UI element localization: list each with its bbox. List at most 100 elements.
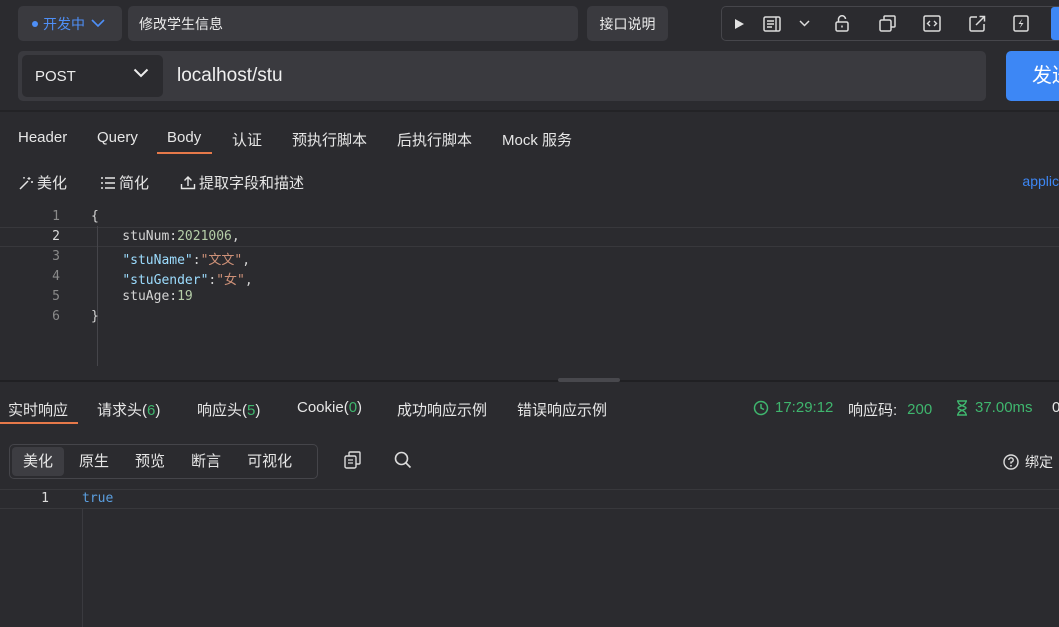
code-icon[interactable] (909, 7, 955, 40)
response-value: true (82, 491, 114, 506)
line-number: 5 (52, 289, 60, 304)
tab-cookie-label: Cookie (297, 399, 344, 416)
status-label: 开发中 (43, 15, 85, 32)
panel-splitter (0, 380, 1059, 382)
tab-header[interactable]: Header (18, 129, 67, 146)
line-number: 4 (52, 269, 60, 284)
line-number: 1 (41, 491, 49, 506)
beautify-label: 美化 (37, 175, 68, 192)
line-number: 6 (52, 309, 60, 324)
divider (0, 110, 1059, 112)
play-icon[interactable] (722, 7, 755, 40)
status-code-value: 200 (907, 401, 933, 418)
beautify-button[interactable]: 美化 (18, 172, 67, 193)
help-icon (1003, 454, 1019, 470)
send-button[interactable]: 发送 (1006, 51, 1059, 101)
hourglass-icon (957, 399, 967, 416)
magic-wand-icon (19, 176, 33, 190)
view-preview[interactable]: 预览 (124, 447, 176, 476)
response-time: 17:29:12 (753, 399, 833, 416)
chevron-down-icon (91, 19, 105, 28)
response-duration-value: 37.00ms (975, 399, 1033, 416)
tab-post-script[interactable]: 后执行脚本 (397, 129, 472, 150)
view-assert[interactable]: 断言 (180, 447, 232, 476)
upload-icon (180, 176, 196, 190)
tab-response-headers-label: 响应头 (197, 402, 243, 419)
extract-fields-button[interactable]: 提取字段和描述 (180, 172, 304, 193)
status-code-label: 响应码: (848, 402, 898, 419)
action-toolbar (721, 6, 1059, 41)
request-tabs: Header Query Body 认证 预执行脚本 后执行脚本 Mock 服务 (0, 118, 1059, 156)
indent-guide (82, 509, 83, 627)
copy-response-icon[interactable] (344, 451, 361, 472)
tab-cookie[interactable]: Cookie(0) (297, 399, 362, 416)
code-line: stuNum:2021006, (91, 229, 240, 244)
view-beautify[interactable]: 美化 (12, 447, 65, 476)
body-editor[interactable]: 1 2 3 4 5 6 { stuNum:2021006, "stuName":"文文",… (0, 206, 1059, 366)
code-line: "stuName":"文文", (122, 253, 251, 268)
tab-request-headers-label: 请求头 (97, 402, 143, 419)
more-actions-button[interactable] (1051, 7, 1059, 40)
code-line: stuAge:19 (91, 289, 193, 304)
method-label: POST (35, 67, 76, 85)
api-doc-button[interactable]: 接口说明 (587, 6, 668, 41)
bind-link[interactable]: 绑定 (1003, 452, 1053, 472)
flash-icon[interactable] (999, 7, 1043, 40)
response-time-value: 17:29:12 (775, 399, 834, 416)
active-tab-indicator (0, 422, 78, 424)
active-tab-indicator (157, 152, 212, 154)
response-duration: 37.00ms (955, 399, 1033, 416)
method-select[interactable]: POST (22, 55, 163, 97)
simplify-button[interactable]: 简化 (100, 172, 149, 193)
tab-auth[interactable]: 认证 (232, 129, 262, 150)
tab-request-headers[interactable]: 请求头(6) (97, 399, 160, 420)
search-icon[interactable] (394, 451, 412, 472)
status-code: 响应码: 200 (848, 399, 932, 420)
request-headers-count: 6 (147, 402, 156, 419)
content-type-select[interactable]: applic (1022, 173, 1059, 189)
view-raw[interactable]: 原生 (68, 447, 120, 476)
clock-icon (753, 400, 769, 415)
response-body-viewer[interactable]: 1 true (0, 489, 1059, 627)
code-line: { (91, 209, 99, 224)
resize-handle[interactable] (558, 378, 620, 382)
tab-success-example[interactable]: 成功响应示例 (397, 399, 487, 420)
status-select[interactable]: 开发中 (18, 6, 122, 41)
line-number: 2 (52, 229, 60, 244)
list-icon (101, 176, 115, 189)
response-size: 0 (1052, 399, 1059, 416)
response-size-value: 0 (1052, 399, 1059, 416)
line-number: 3 (52, 249, 60, 264)
tab-body[interactable]: Body (167, 129, 201, 146)
chevron-down-icon (133, 68, 149, 78)
extract-fields-label: 提取字段和描述 (199, 175, 305, 192)
unlock-icon[interactable] (819, 7, 865, 40)
share-icon[interactable] (955, 7, 999, 40)
response-view-switch: 美化 原生 预览 断言 可视化 (9, 444, 318, 479)
top-bar: 开发中 修改学生信息 接口说明 (0, 0, 1059, 46)
url-input[interactable]: localhost/stu (177, 51, 283, 101)
tab-query[interactable]: Query (97, 129, 138, 146)
tab-response-headers[interactable]: 响应头(5) (197, 399, 260, 420)
cookie-count: 0 (348, 399, 358, 416)
url-bar: POST localhost/stu (18, 51, 986, 101)
body-toolbar: 美化 简化 提取字段和描述 applic (18, 172, 1059, 192)
tab-mock-service[interactable]: Mock 服务 (502, 129, 572, 150)
simplify-label: 简化 (119, 175, 150, 192)
bind-label: 绑定 (1025, 454, 1053, 470)
doc-icon[interactable] (755, 7, 789, 40)
copy-icon[interactable] (865, 7, 909, 40)
view-visualize[interactable]: 可视化 (236, 447, 303, 476)
response-tabs: 实时响应 请求头(6) 响应头(5) Cookie(0) 成功响应示例 错误响应… (0, 392, 1059, 424)
status-dot-icon (32, 20, 38, 27)
tab-realtime-response[interactable]: 实时响应 (8, 399, 68, 420)
line-number: 1 (52, 209, 60, 224)
response-headers-count: 5 (247, 402, 256, 419)
chevron-down-icon[interactable] (789, 7, 819, 40)
tab-error-example[interactable]: 错误响应示例 (517, 399, 607, 420)
active-line-highlight (0, 489, 1059, 509)
code-line: } (91, 309, 99, 324)
code-line: "stuGender":"女", (122, 273, 253, 288)
api-name-input[interactable]: 修改学生信息 (128, 6, 578, 41)
tab-pre-script[interactable]: 预执行脚本 (292, 129, 367, 150)
